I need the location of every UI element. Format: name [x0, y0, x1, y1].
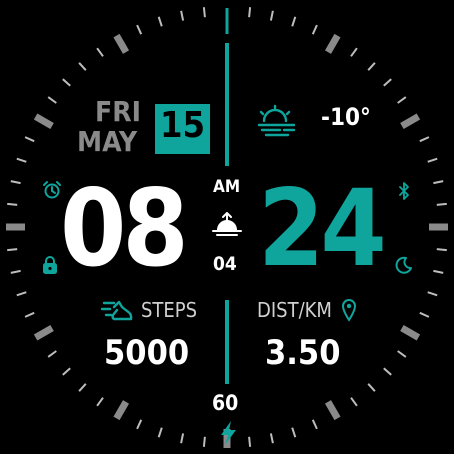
alarm-icon[interactable]	[42, 180, 62, 200]
dial-minor-tick	[136, 24, 143, 35]
dial-minor-tick	[16, 157, 27, 163]
date-badge[interactable]: 15	[155, 104, 210, 154]
dial-minor-tick	[383, 367, 392, 376]
dial-major-tick	[324, 33, 341, 54]
dial-minor-tick	[10, 180, 21, 185]
dial-minor-tick	[202, 7, 206, 18]
day-of-week: FRI	[95, 95, 141, 128]
dial-minor-tick	[248, 436, 252, 447]
dial-minor-tick	[180, 10, 185, 21]
dial-minor-tick	[291, 16, 297, 27]
dial-minor-tick	[350, 47, 358, 57]
distance-value[interactable]: 3.50	[265, 336, 340, 370]
dial-minor-tick	[7, 202, 18, 206]
distance-label: DIST/KM	[257, 298, 332, 322]
dial-minor-tick	[367, 383, 376, 392]
dial-minor-tick	[427, 157, 438, 163]
dial-minor-tick	[427, 291, 438, 297]
temperature[interactable]: -10°	[321, 105, 371, 129]
dial-minor-tick	[397, 350, 407, 358]
dial-minor-tick	[157, 16, 163, 27]
dial-minor-tick	[62, 367, 71, 376]
dial-minor-tick	[248, 7, 252, 18]
steps-label: STEPS	[141, 298, 198, 322]
dial-minor-tick	[96, 47, 104, 57]
dial-minor-tick	[433, 269, 444, 274]
month: MAY	[77, 125, 138, 158]
steps-shoe-icon[interactable]	[100, 298, 134, 324]
dial-minor-tick	[157, 427, 163, 438]
dial-minor-tick	[311, 419, 318, 430]
dial-minor-tick	[24, 311, 35, 318]
steps-value[interactable]: 5000	[104, 336, 189, 370]
time-seconds: 04	[213, 253, 237, 275]
dial-major-tick	[113, 33, 130, 54]
weather-fog-icon[interactable]	[256, 104, 298, 138]
dial-minor-tick	[10, 269, 21, 274]
dial-minor-tick	[180, 433, 185, 444]
time-hours[interactable]: 08	[60, 176, 189, 282]
dial-minor-tick	[96, 397, 104, 407]
dial-minor-tick	[7, 248, 18, 252]
dial-minor-tick	[397, 96, 407, 104]
dial-minor-tick	[350, 397, 358, 407]
dial-minor-tick	[419, 136, 430, 143]
lock-icon[interactable]	[41, 255, 59, 275]
dial-major-tick	[400, 113, 421, 130]
dial-minor-tick	[78, 383, 87, 392]
moon-icon[interactable]	[395, 256, 413, 274]
bluetooth-icon[interactable]	[397, 181, 411, 201]
dial-major-tick	[33, 324, 54, 341]
dial-minor-tick	[436, 248, 447, 252]
dial-minor-tick	[78, 62, 87, 71]
dial-minor-tick	[433, 180, 444, 185]
dial-minor-tick	[47, 96, 57, 104]
battery-value[interactable]: 60	[212, 393, 238, 414]
dial-minor-tick	[383, 78, 392, 87]
dial-minor-tick	[62, 78, 71, 87]
dial-minor-tick	[367, 62, 376, 71]
dial-minor-tick	[419, 311, 430, 318]
dial-major-tick	[324, 400, 341, 421]
dial-major-tick	[33, 113, 54, 130]
dial-minor-tick	[291, 427, 297, 438]
location-pin-icon[interactable]	[341, 298, 357, 322]
dial-minor-tick	[269, 10, 274, 21]
am-pm-indicator: AM	[213, 177, 241, 197]
dial-minor-tick	[436, 202, 447, 206]
dial-minor-tick	[311, 24, 318, 35]
dial-minor-tick	[24, 136, 35, 143]
dial-major-tick	[113, 400, 130, 421]
time-minutes[interactable]: 24	[258, 176, 387, 282]
dial-minor-tick	[202, 436, 206, 447]
dial-major-tick	[400, 324, 421, 341]
lightning-bolt-icon	[221, 421, 236, 445]
day-of-month: 15	[159, 105, 206, 146]
sunrise-icon	[212, 212, 242, 236]
dial-minor-tick	[136, 419, 143, 430]
dial-minor-tick	[269, 433, 274, 444]
dial-minor-tick	[16, 291, 27, 297]
dial-minor-tick	[47, 350, 57, 358]
